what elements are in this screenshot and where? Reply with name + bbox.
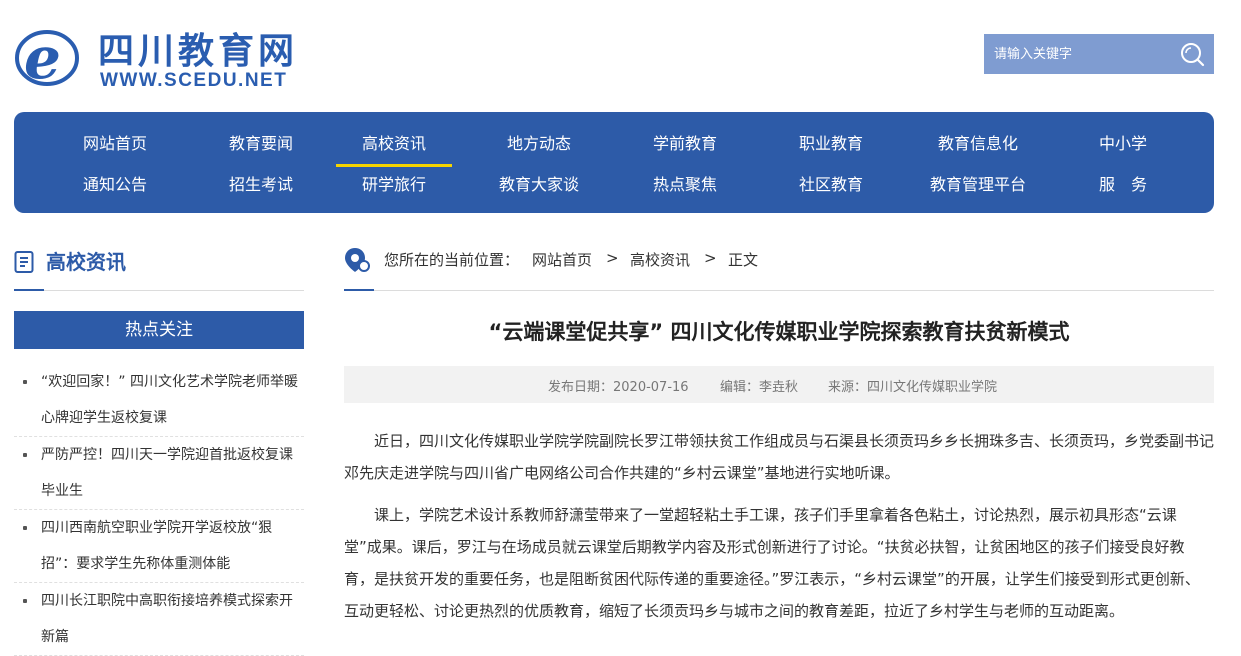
search-icon (1181, 43, 1205, 67)
article-paragraph: 课上，学院艺术设计系教师舒潇莹带来了一堂超轻粘土手工课，孩子们手里拿着各色粘土，… (344, 506, 1200, 620)
breadcrumb-prefix: 您所在的当前位置： (384, 251, 520, 269)
breadcrumb-current: 正文 (728, 251, 759, 269)
nav-item-community[interactable]: 社区教育 (773, 171, 889, 195)
document-icon (14, 251, 34, 273)
nav-item-k12[interactable]: 中小学 (1065, 130, 1181, 154)
breadcrumb-divider (344, 290, 1214, 291)
list-item[interactable]: 严防严控！四川天一学院迎首批返校复课毕业生 (14, 437, 304, 510)
hot-topics-header: 热点关注 (14, 311, 304, 349)
search-button[interactable] (1178, 40, 1206, 68)
search-box (984, 34, 1214, 74)
breadcrumb-section[interactable]: 高校资讯 (630, 249, 690, 270)
hot-topics-list: “欢迎回家！” 四川文化艺术学院老师举暖心牌迎学生返校复课 严防严控！四川天一学… (14, 364, 304, 656)
nav-item-services[interactable]: 服 务 (1065, 171, 1181, 195)
breadcrumb-divider-accent (344, 289, 374, 291)
nav-item-vocational[interactable]: 职业教育 (773, 130, 889, 154)
svg-text:e: e (24, 24, 61, 88)
nav-item-preschool[interactable]: 学前教育 (627, 130, 743, 154)
sidebar-title: 高校资讯 (46, 250, 126, 274)
nav-item-news[interactable]: 教育要闻 (203, 130, 319, 154)
sidebar-divider-accent (14, 289, 44, 291)
logo-title: 四川教育网 (98, 31, 299, 72)
nav-item-university[interactable]: 高校资讯 (336, 130, 452, 167)
site-logo[interactable]: e 四川教育网 WWW.SCEDU.NET (14, 20, 304, 92)
nav-item-notices[interactable]: 通知公告 (57, 171, 173, 195)
article-paragraph: 近日，四川文化传媒职业学院学院副院长罗江带领扶贫工作组成员与石渠县长须贡玛乡乡长… (344, 432, 1215, 482)
article-editor: 编辑：李垚秋 (720, 380, 799, 395)
main-nav: 网站首页 教育要闻 高校资讯 地方动态 学前教育 职业教育 教育信息化 中小学 … (14, 112, 1214, 213)
nav-item-discussion[interactable]: 教育大家谈 (481, 171, 597, 195)
sidebar-header: 高校资讯 (14, 246, 304, 291)
list-item[interactable]: 四川长江职院中高职衔接培养模式探索开新篇 (14, 583, 304, 656)
article-source: 来源：四川文化传媒职业学院 (828, 380, 998, 395)
nav-item-study-travel[interactable]: 研学旅行 (336, 171, 452, 195)
publish-date: 发布日期：2020-07-16 (548, 380, 689, 395)
article-title: “云端课堂促共享” 四川文化传媒职业学院探索教育扶贫新模式 (488, 320, 1070, 344)
article-body: 近日，四川文化传媒职业学院学院副院长罗江带领扶贫工作组成员与石渠县长须贡玛乡乡长… (344, 425, 1214, 637)
nav-item-admissions[interactable]: 招生考试 (203, 171, 319, 195)
breadcrumb: 您所在的当前位置： 网站首页 > 高校资讯 > 正文 (344, 244, 1214, 290)
list-item[interactable]: “欢迎回家！” 四川文化艺术学院老师举暖心牌迎学生返校复课 (14, 364, 304, 437)
sidebar-divider (14, 290, 304, 291)
search-input[interactable] (984, 34, 1174, 74)
breadcrumb-separator: > (704, 249, 717, 267)
nav-item-informatization[interactable]: 教育信息化 (920, 130, 1036, 154)
logo-e-icon: e (15, 24, 79, 88)
nav-item-hot-topics[interactable]: 热点聚焦 (627, 171, 743, 195)
location-pin-icon (345, 248, 370, 272)
logo-url: WWW.SCEDU.NET (100, 70, 288, 91)
nav-item-management[interactable]: 教育管理平台 (920, 171, 1036, 195)
breadcrumb-separator: > (606, 249, 619, 267)
breadcrumb-home[interactable]: 网站首页 (532, 249, 592, 270)
nav-item-local[interactable]: 地方动态 (481, 130, 597, 154)
article-meta: 发布日期：2020-07-16 编辑：李垚秋 来源：四川文化传媒职业学院 (344, 366, 1214, 403)
nav-item-home[interactable]: 网站首页 (57, 130, 173, 154)
list-item[interactable]: 四川西南航空职业学院开学返校放“狠招”：要求学生先称体重测体能 (14, 510, 304, 583)
